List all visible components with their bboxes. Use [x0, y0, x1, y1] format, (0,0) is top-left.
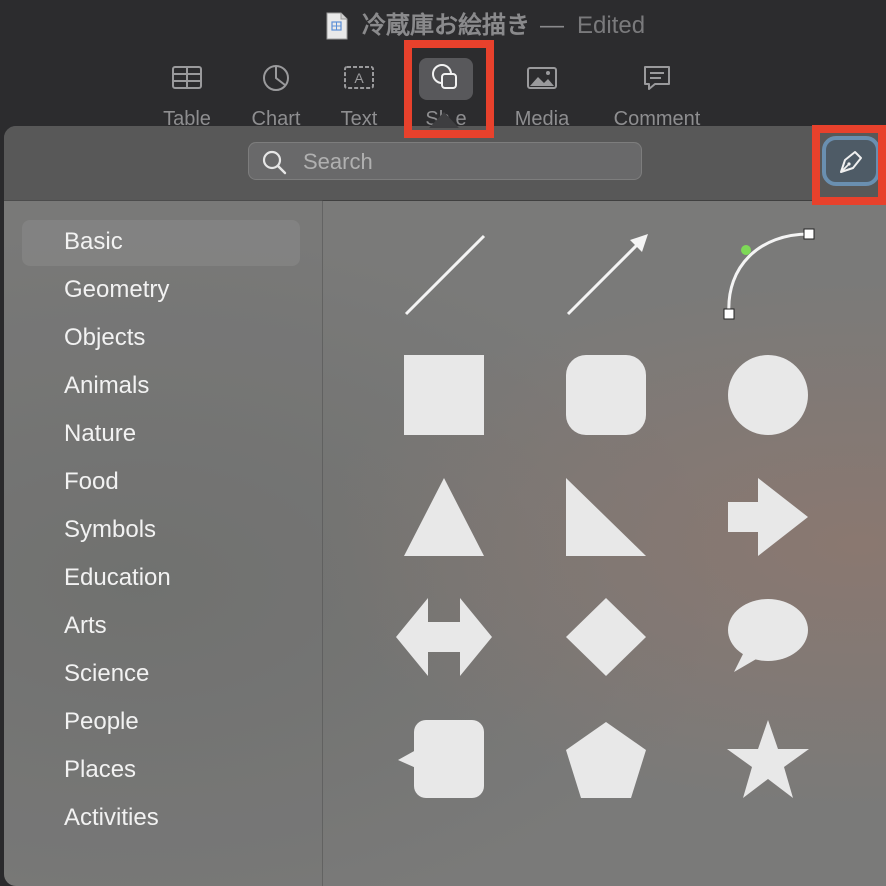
category-label: Education	[64, 564, 171, 591]
category-label: People	[64, 708, 139, 735]
shape-triangle[interactable]	[404, 476, 484, 558]
category-label: Objects	[64, 324, 146, 351]
shape-rounded-square[interactable]	[566, 355, 646, 435]
search-input[interactable]	[301, 147, 625, 177]
category-nature[interactable]: Nature	[22, 412, 300, 458]
category-basic[interactable]: Basic	[22, 220, 300, 266]
comment-icon[interactable]	[637, 58, 677, 98]
category-label: Symbols	[64, 516, 157, 543]
media-icon[interactable]	[522, 58, 562, 98]
table-icon[interactable]	[167, 58, 207, 98]
search-icon	[262, 150, 287, 175]
document-title: 冷蔵庫お絵描き	[362, 12, 530, 39]
title-separator: —	[540, 12, 564, 39]
shape-right-triangle[interactable]	[566, 476, 646, 558]
category-places[interactable]: Places	[22, 748, 300, 794]
category-symbols[interactable]: Symbols	[22, 508, 300, 554]
shape-library-popover: Basic Geometry Objects Animals Nature Fo…	[4, 126, 886, 886]
shape-button-highlight	[404, 40, 494, 138]
svg-text:A: A	[354, 70, 364, 86]
category-label: Food	[64, 468, 119, 495]
shape-diamond[interactable]	[566, 596, 646, 678]
category-label: Science	[64, 660, 150, 687]
document-icon	[326, 12, 348, 40]
category-objects[interactable]: Objects	[22, 316, 300, 362]
category-label: Activities	[64, 804, 159, 831]
category-activities[interactable]: Activities	[22, 796, 300, 842]
shape-curve[interactable]	[720, 226, 820, 326]
shape-arrow-right[interactable]	[728, 476, 808, 558]
category-geometry[interactable]: Geometry	[22, 268, 300, 314]
category-label: Places	[64, 756, 137, 783]
document-status: Edited	[577, 12, 646, 39]
category-animals[interactable]: Animals	[22, 364, 300, 410]
shape-arrow-line[interactable]	[558, 226, 658, 326]
category-people[interactable]: People	[22, 700, 300, 746]
shape-callout-square[interactable]	[396, 718, 486, 800]
category-label: Geometry	[64, 276, 170, 303]
category-label: Arts	[64, 612, 107, 639]
shape-line[interactable]	[396, 226, 496, 326]
category-science[interactable]: Science	[22, 652, 300, 698]
category-food[interactable]: Food	[22, 460, 300, 506]
category-label: Basic	[64, 228, 123, 255]
shape-pentagon[interactable]	[564, 720, 648, 800]
chart-icon[interactable]	[256, 58, 296, 98]
search-field[interactable]	[248, 142, 642, 180]
category-arts[interactable]: Arts	[22, 604, 300, 650]
category-education[interactable]: Education	[22, 556, 300, 602]
text-box-icon[interactable]: A	[339, 58, 379, 98]
pen-button-highlight	[812, 125, 886, 205]
category-label: Nature	[64, 420, 137, 447]
shape-square[interactable]	[404, 355, 484, 435]
shape-circle[interactable]	[728, 355, 808, 435]
category-sidebar: Basic Geometry Objects Animals Nature Fo…	[4, 200, 323, 886]
shape-speech-bubble[interactable]	[726, 596, 812, 678]
shape-star[interactable]	[726, 718, 810, 800]
category-label: Animals	[64, 372, 150, 399]
shape-double-arrow[interactable]	[396, 596, 492, 678]
